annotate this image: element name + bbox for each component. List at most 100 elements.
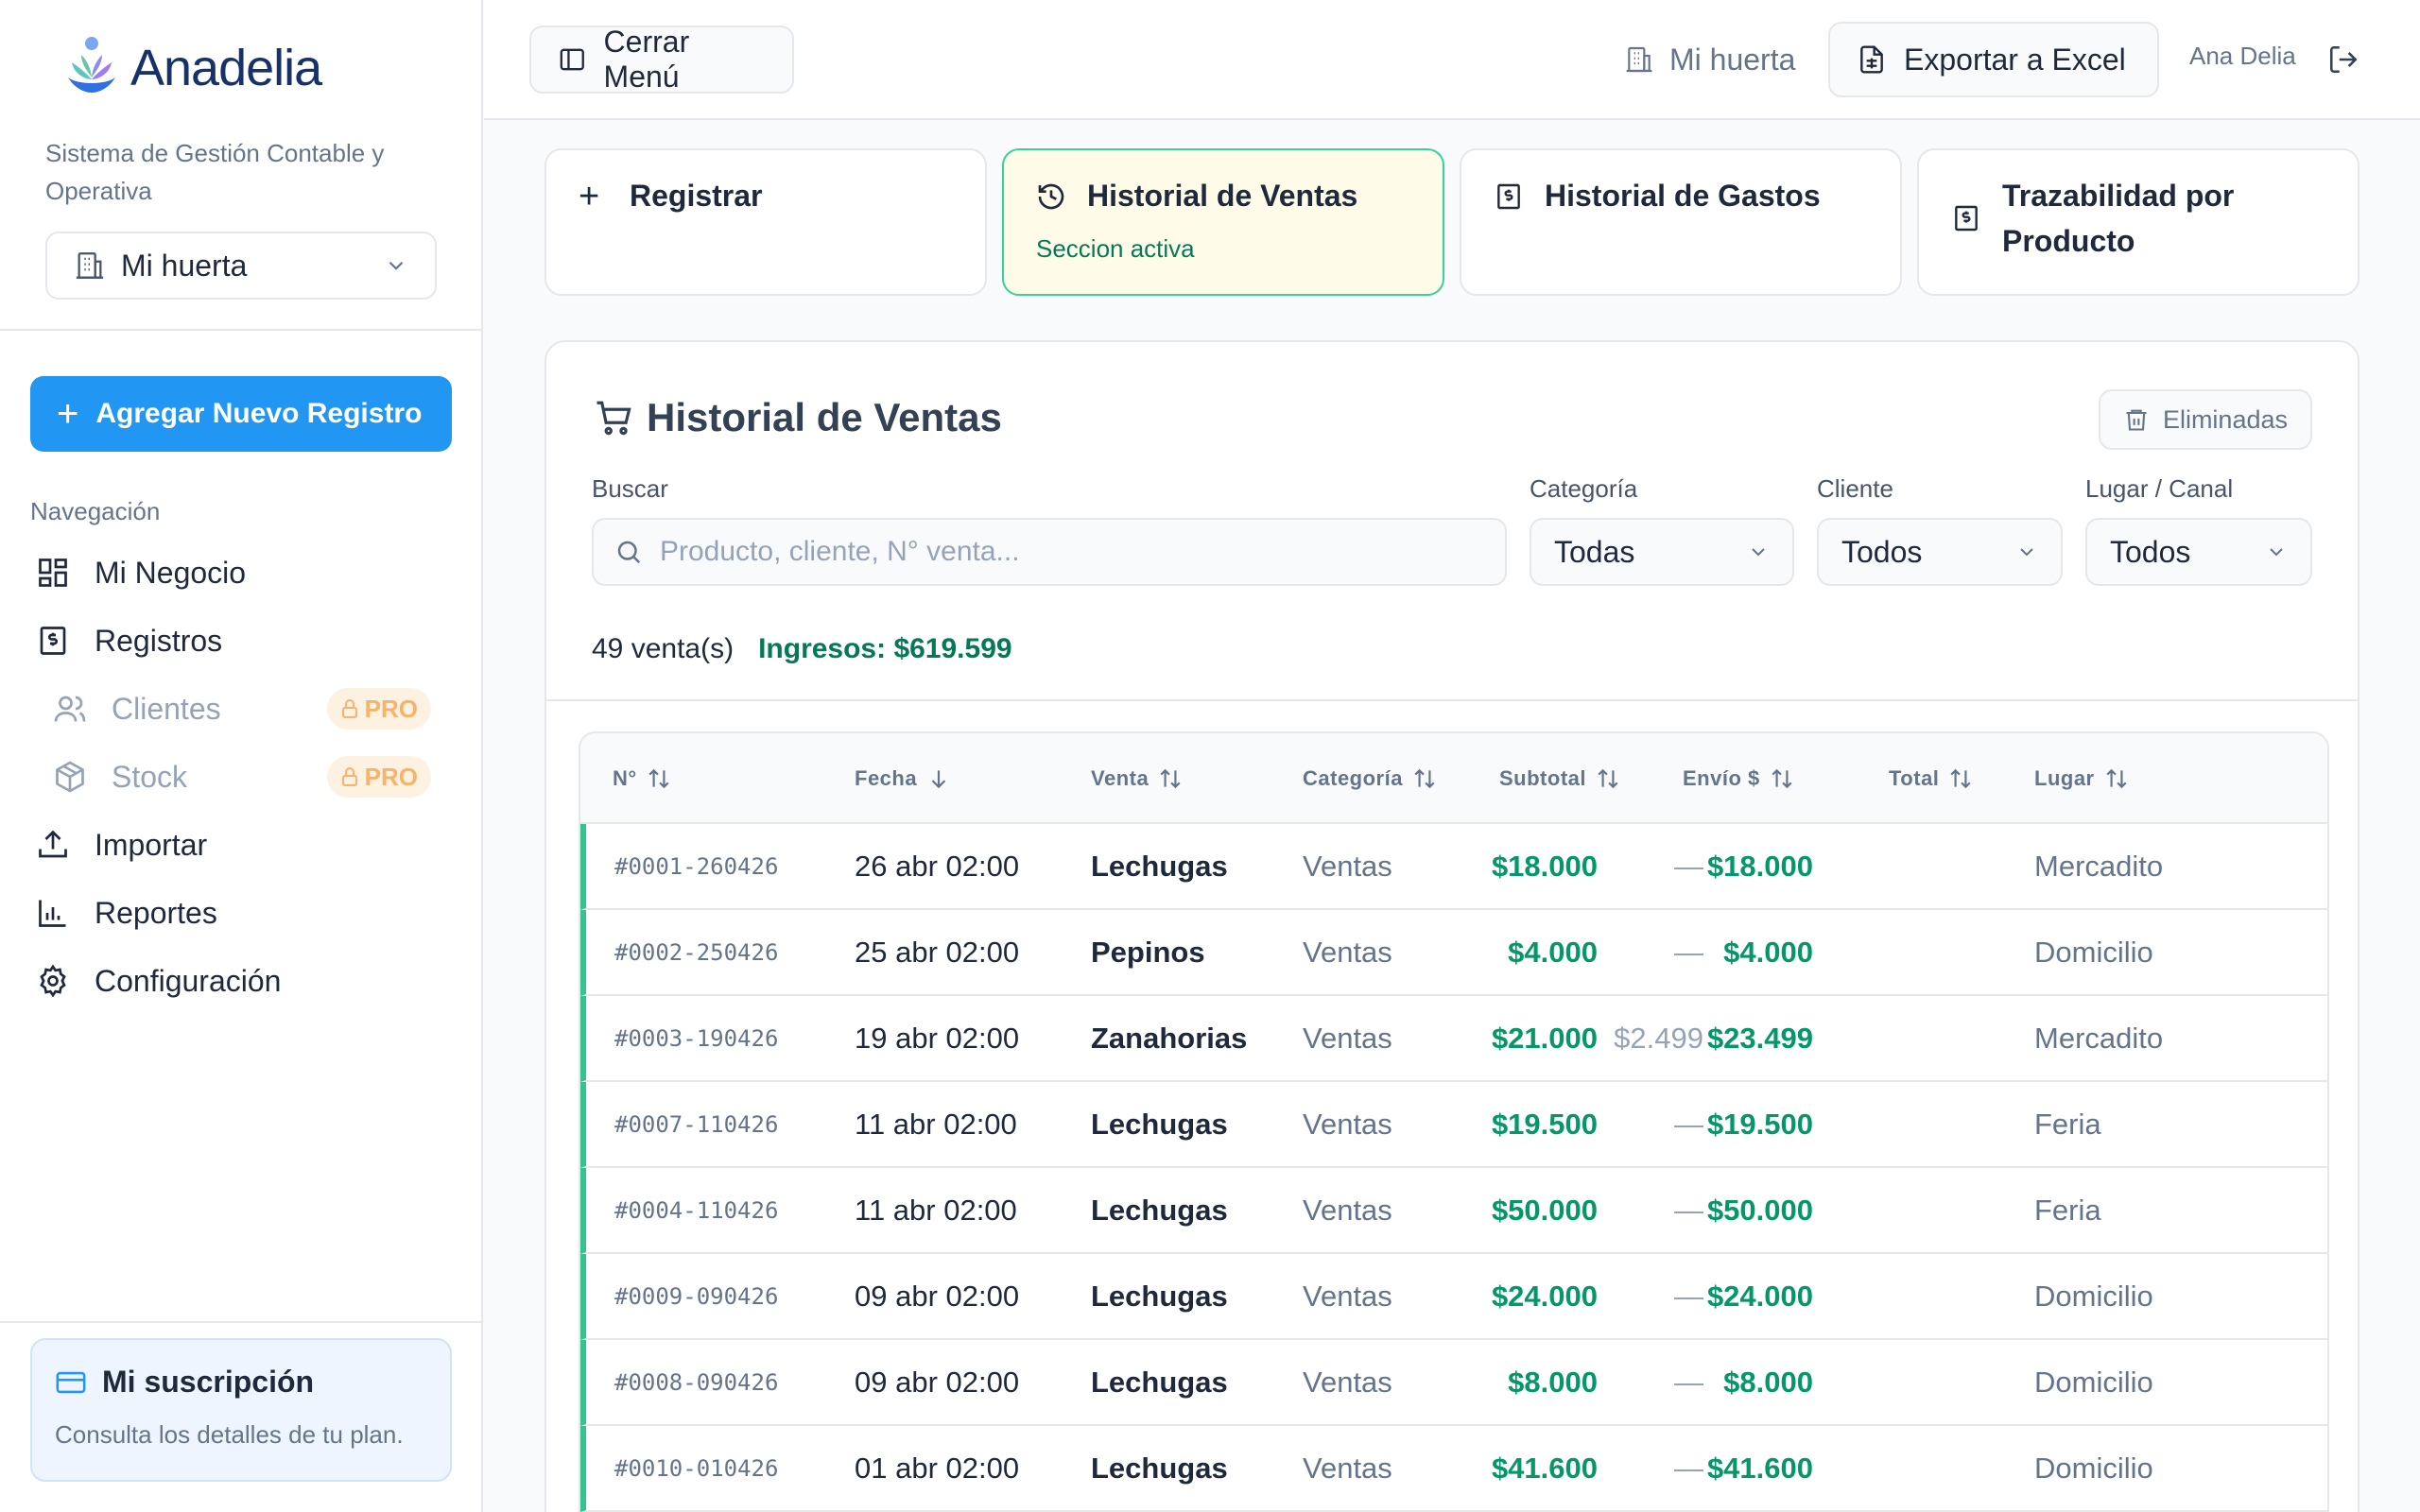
column-header-envio[interactable]: Envío $ [1683, 733, 1794, 824]
sale-place: Mercadito [2034, 1021, 2164, 1055]
sidebar-item-reportes[interactable]: Reportes [30, 885, 446, 941]
table-row[interactable]: #0008-090426 09 abr 02:00 Lechugas Venta… [580, 1340, 2327, 1426]
sale-total: $19.500 [1706, 1107, 1813, 1141]
table-row[interactable]: #0010-010426 01 abr 02:00 Lechugas Venta… [580, 1426, 2327, 1512]
tab-registrar[interactable]: + Registrar [544, 148, 987, 296]
sale-number: #0010-010426 [614, 1454, 779, 1482]
lotus-logo-icon [68, 37, 115, 93]
column-header-num[interactable]: N° [613, 733, 671, 824]
sidebar-item-label: Configuración [95, 963, 282, 998]
sale-date: 11 abr 02:00 [855, 1107, 1017, 1141]
sale-shipping: — [1674, 1365, 1703, 1399]
pro-badge-label: PRO [364, 694, 418, 723]
gear-icon [40, 964, 66, 998]
tab-trazabilidad[interactable]: Trazabilidad por Producto [1917, 148, 2360, 296]
sale-total: $4.000 [1723, 935, 1813, 969]
sidebar-item-label: Importar [95, 827, 208, 862]
sale-number: #0002-250426 [614, 938, 779, 966]
column-header-venta[interactable]: Venta [1091, 733, 1183, 824]
table-row[interactable]: #0004-110426 11 abr 02:00 Lechugas Venta… [580, 1168, 2327, 1254]
search-icon [617, 541, 641, 564]
bar-chart-icon [39, 900, 66, 927]
add-record-button[interactable]: + Agregar Nuevo Registro [30, 376, 452, 452]
sale-date: 26 abr 02:00 [855, 849, 1020, 883]
export-excel-button[interactable]: Exportar a Excel [1828, 22, 2159, 97]
users-icon [54, 696, 86, 722]
sale-number: #0004-110426 [614, 1196, 779, 1224]
sale-product: Lechugas [1091, 1451, 1228, 1485]
sale-number: #0007-110426 [614, 1110, 779, 1138]
lock-icon [341, 767, 357, 786]
farm-selector[interactable]: Mi huerta [45, 232, 437, 300]
building-icon [1626, 46, 1652, 73]
tab-historial-gastos[interactable]: Historial de Gastos [1460, 148, 1902, 296]
arrow-down-icon [931, 770, 946, 789]
brand-logo[interactable]: Anadelia [45, 25, 354, 112]
deleted-records-button[interactable]: Eliminadas [2098, 389, 2312, 450]
table-row[interactable]: #0003-190426 19 abr 02:00 Zanahorias Ven… [580, 996, 2327, 1082]
card-divider [546, 699, 2358, 701]
sale-total: $41.600 [1706, 1451, 1813, 1485]
subscription-card[interactable]: Mi suscripción Consulta los detalles de … [30, 1338, 452, 1482]
sale-number: #0008-090426 [614, 1368, 779, 1396]
table-row[interactable]: #0007-110426 11 abr 02:00 Lechugas Venta… [580, 1082, 2327, 1168]
close-menu-button[interactable]: Cerrar Menú [529, 25, 794, 94]
sidebar-divider [0, 329, 483, 331]
sidebar: Anadelia Sistema de Gestión Contable y O… [0, 0, 483, 1512]
sale-shipping: — [1674, 1451, 1703, 1485]
logout-icon[interactable] [2327, 43, 2360, 76]
category-select[interactable]: Todas [1530, 518, 1794, 586]
lock-icon [341, 699, 357, 718]
current-farm-label: Mi huerta [1669, 42, 1796, 77]
sale-place: Feria [2034, 1193, 2101, 1227]
card-title: Historial de Ventas [594, 395, 1002, 440]
column-header-lugar[interactable]: Lugar [2034, 733, 2129, 824]
sidebar-divider [0, 1321, 483, 1323]
shopping-cart-icon [596, 401, 631, 436]
column-header-subtotal[interactable]: Subtotal [1499, 733, 1620, 824]
sale-shipping: $2.499 [1614, 1021, 1703, 1055]
sidebar-item-configuracion[interactable]: Configuración [30, 953, 446, 1009]
sale-category: Ventas [1303, 1107, 1392, 1141]
top-bar: Cerrar Menú Mi huerta Exportar a Excel A… [484, 0, 2420, 120]
tab-label: Historial de Ventas [1087, 179, 1358, 213]
place-label: Lugar / Canal [2085, 474, 2234, 503]
sale-place: Domicilio [2034, 1451, 2153, 1485]
sale-shipping: — [1674, 849, 1703, 883]
sales-table: N° Fecha Venta Categoría Subtotal Envío … [579, 731, 2329, 1512]
table-row[interactable]: #0009-090426 09 abr 02:00 Lechugas Venta… [580, 1254, 2327, 1340]
sidebar-item-importar[interactable]: Importar [30, 816, 446, 873]
sale-date: 09 abr 02:00 [855, 1365, 1020, 1399]
table-body: #0001-260426 26 abr 02:00 Lechugas Venta… [580, 824, 2327, 1512]
search-label: Buscar [592, 474, 668, 503]
search-input[interactable]: Producto, cliente, N° venta... [592, 518, 1507, 586]
sale-product: Lechugas [1091, 849, 1228, 883]
table-row[interactable]: #0002-250426 25 abr 02:00 Pepinos Ventas… [580, 910, 2327, 996]
place-select[interactable]: Todos [2085, 518, 2312, 586]
brand-tagline: Sistema de Gestión Contable y Operativa [45, 139, 385, 205]
sidebar-item-registros[interactable]: Registros [30, 612, 446, 669]
sidebar-item-stock[interactable]: Stock PRO [53, 748, 431, 805]
sale-category: Ventas [1303, 1193, 1392, 1227]
sidebar-item-clientes[interactable]: Clientes PRO [53, 680, 431, 737]
tab-historial-ventas[interactable]: Historial de Ventas Seccion activa [1002, 148, 1444, 296]
nav-section-label: Navegación [30, 497, 161, 525]
sidebar-item-mi-negocio[interactable]: Mi Negocio [30, 544, 446, 601]
column-header-categoria[interactable]: Categoría [1303, 733, 1437, 824]
upload-icon [39, 830, 67, 858]
client-select[interactable]: Todos [1817, 518, 2063, 586]
column-header-total[interactable]: Total [1889, 733, 1973, 824]
sale-place: Domicilio [2034, 935, 2153, 969]
category-select-value: Todas [1554, 534, 1635, 569]
column-header-fecha[interactable]: Fecha [855, 733, 951, 824]
table-row[interactable]: #0001-260426 26 abr 02:00 Lechugas Venta… [580, 824, 2327, 910]
sale-place: Domicilio [2034, 1279, 2153, 1313]
add-record-label: Agregar Nuevo Registro [95, 398, 423, 429]
sort-icon [1414, 768, 1435, 789]
sale-category: Ventas [1303, 935, 1392, 969]
user-name[interactable]: Ana Delia [2189, 42, 2296, 71]
sale-product: Lechugas [1091, 1107, 1228, 1141]
sidebar-item-label: Stock [112, 759, 188, 794]
sale-number: #0009-090426 [614, 1282, 779, 1310]
sale-product: Lechugas [1091, 1365, 1228, 1399]
